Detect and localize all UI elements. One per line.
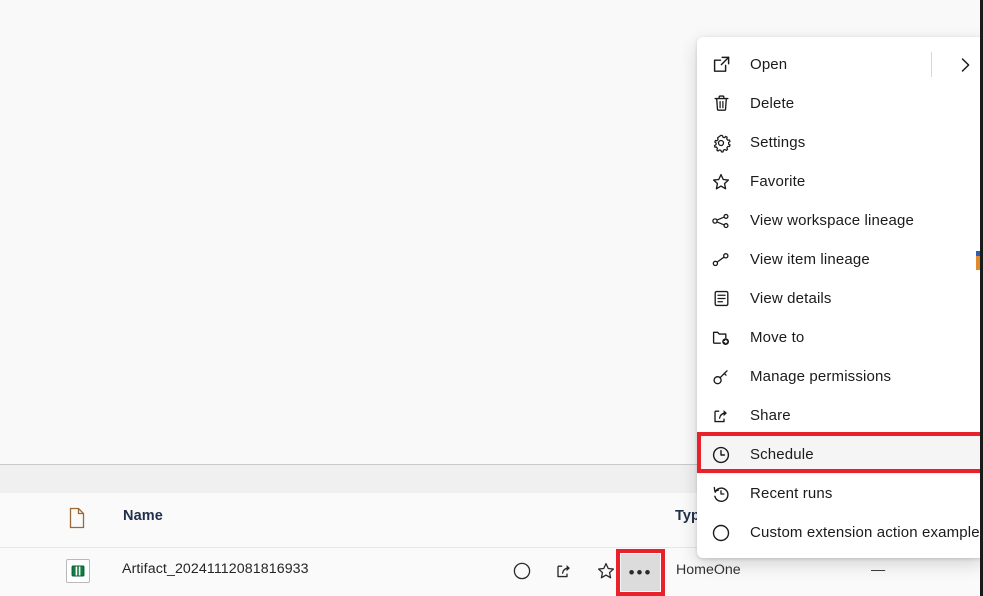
menu-item-favorite[interactable]: Favorite <box>697 162 983 201</box>
item-name[interactable]: Artifact_20241112081816933 <box>122 561 309 577</box>
folder-move-icon <box>706 328 736 348</box>
menu-item-label: Schedule <box>750 446 814 463</box>
history-icon <box>706 484 736 504</box>
menu-item-settings[interactable]: Settings <box>697 123 983 162</box>
endorsement-icon[interactable] <box>506 554 538 588</box>
menu-item-label: Recent runs <box>750 485 833 502</box>
menu-item-custom-extension-action-example[interactable]: Custom extension action example <box>697 513 983 552</box>
file-type-icon <box>68 507 88 531</box>
menu-item-move-to[interactable]: Move to <box>697 318 983 357</box>
key-icon <box>706 367 736 387</box>
share-icon[interactable] <box>548 554 580 588</box>
chevron-right-icon[interactable] <box>956 57 974 73</box>
report-icon <box>66 559 90 583</box>
menu-item-view-details[interactable]: View details <box>697 279 983 318</box>
menu-item-label: View item lineage <box>750 251 870 268</box>
item-lineage-icon <box>706 250 736 270</box>
clock-icon <box>706 445 736 465</box>
menu-item-label: Settings <box>750 134 806 151</box>
menu-item-label: Open <box>750 56 788 73</box>
menu-item-label: Move to <box>750 329 805 346</box>
item-type: HomeOne <box>676 562 741 578</box>
menu-item-label: Delete <box>750 95 795 112</box>
circle-icon <box>706 523 736 543</box>
menu-divider <box>931 52 932 77</box>
menu-item-label: View workspace lineage <box>750 212 914 229</box>
menu-item-share[interactable]: Share <box>697 396 983 435</box>
menu-item-label: Custom extension action example <box>750 524 980 541</box>
menu-item-label: View details <box>750 290 832 307</box>
menu-item-label: Favorite <box>750 173 806 190</box>
menu-item-label: Manage permissions <box>750 368 892 385</box>
details-icon <box>706 289 736 308</box>
star-icon <box>706 172 736 192</box>
menu-item-label: Share <box>750 407 791 424</box>
menu-item-delete[interactable]: Delete <box>697 84 983 123</box>
menu-item-open[interactable]: Open <box>697 45 983 84</box>
gear-icon <box>706 133 736 153</box>
menu-item-view-workspace-lineage[interactable]: View workspace lineage <box>697 201 983 240</box>
menu-item-schedule[interactable]: Schedule <box>697 435 983 474</box>
menu-item-recent-runs[interactable]: Recent runs <box>697 474 983 513</box>
trash-icon <box>706 94 736 113</box>
app-root: Name Typ Artifact_20241112081816933 Home… <box>0 0 983 596</box>
share-icon <box>706 406 736 426</box>
workspace-lineage-icon <box>706 211 736 231</box>
more-options-highlight <box>616 549 665 596</box>
open-submenu-split[interactable] <box>931 45 974 84</box>
menu-item-view-item-lineage[interactable]: View item lineage <box>697 240 983 279</box>
column-header-name[interactable]: Name <box>123 508 163 524</box>
menu-item-manage-permissions[interactable]: Manage permissions <box>697 357 983 396</box>
item-owner: — <box>871 562 886 578</box>
open-external-icon <box>706 55 736 74</box>
context-menu: Open Delete Settings Favorite View works… <box>697 37 983 558</box>
